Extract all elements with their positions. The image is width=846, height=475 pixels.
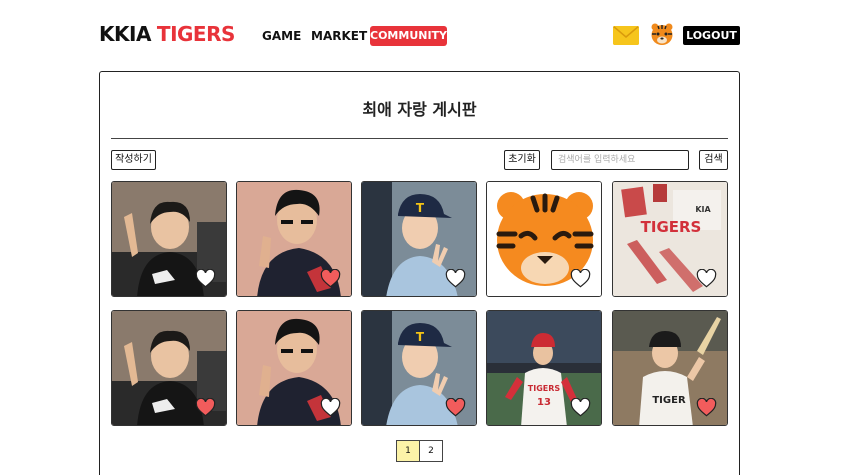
svg-text:TIGERS: TIGERS [528,384,561,393]
page-1-button[interactable]: 1 [396,440,420,462]
post-card[interactable]: TIGER [612,310,728,426]
heart-icon[interactable] [570,269,591,288]
svg-text:13: 13 [537,397,551,408]
nav-community[interactable]: COMMUNITY [370,26,447,46]
nav-market[interactable]: MARKET [311,26,367,46]
mail-icon[interactable] [613,26,639,45]
post-card[interactable] [486,181,602,297]
svg-text:TIGERS: TIGERS [641,218,702,236]
page-2-button[interactable]: 2 [419,440,443,462]
heart-icon[interactable] [570,398,591,417]
heart-icon-liked[interactable] [445,398,466,417]
post-card[interactable]: T [361,181,477,297]
brand-logo[interactable]: KKIA TIGERS [99,22,235,46]
board-title: 최애 자랑 게시판 [362,100,477,119]
search-button[interactable]: 검색 [699,150,728,170]
post-card[interactable] [111,310,227,426]
svg-text:T: T [416,330,425,344]
svg-text:TIGER: TIGER [652,395,686,406]
post-card[interactable] [236,310,352,426]
heart-icon[interactable] [195,269,216,288]
svg-text:KIA: KIA [695,205,711,214]
post-card[interactable]: T [361,310,477,426]
heart-icon-liked[interactable] [696,398,717,417]
heart-icon-liked[interactable] [320,269,341,288]
search-input[interactable] [551,150,689,170]
heart-icon[interactable] [320,398,341,417]
nav-game[interactable]: GAME [262,26,301,46]
post-card[interactable]: TIGERS KIA [612,181,728,297]
heart-icon-liked[interactable] [195,398,216,417]
heart-icon[interactable] [445,269,466,288]
reset-button[interactable]: 초기화 [504,150,540,170]
write-post-button[interactable]: 작성하기 [111,150,156,170]
heart-icon[interactable] [696,269,717,288]
svg-text:T: T [416,201,425,215]
post-card[interactable]: TIGERS 13 [486,310,602,426]
title-divider [111,138,728,139]
post-card[interactable] [236,181,352,297]
logo-text-kkia: KKIA [99,22,151,46]
tiger-avatar-icon[interactable] [650,22,674,46]
post-card[interactable] [111,181,227,297]
logo-text-tigers: TIGERS [156,22,235,46]
logout-button[interactable]: LOGOUT [683,26,740,45]
